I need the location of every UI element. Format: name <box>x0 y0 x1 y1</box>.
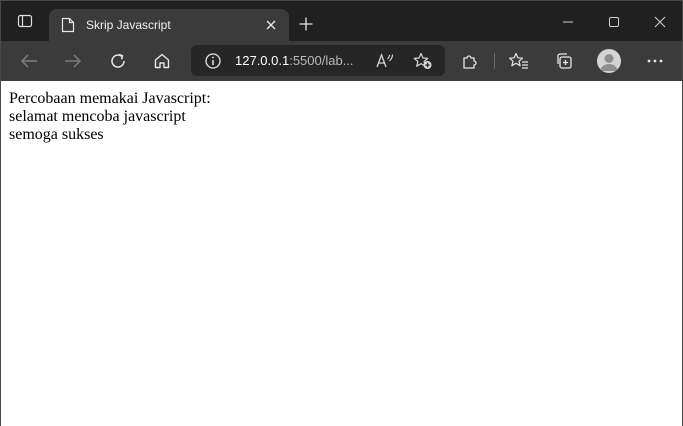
toolbar-separator <box>494 53 495 69</box>
maximize-icon[interactable] <box>596 9 632 35</box>
toolbar: 127.0.0.1:5500/lab... <box>1 41 682 81</box>
forward-arrow-icon[interactable] <box>59 47 87 75</box>
more-icon[interactable] <box>641 47 669 75</box>
minimize-icon[interactable] <box>550 9 586 35</box>
profile-icon[interactable] <box>597 49 621 73</box>
refresh-icon[interactable] <box>104 47 132 75</box>
page-content: Percobaan memakai Javascript: selamat me… <box>9 90 211 144</box>
puzzle-icon[interactable] <box>456 47 484 75</box>
tab-strip: Skrip Javascript <box>1 1 682 41</box>
url-path: :5500/lab... <box>289 53 354 68</box>
content-line-2: selamat mencoba javascript <box>9 108 186 125</box>
home-icon[interactable] <box>148 47 176 75</box>
back-arrow-icon[interactable] <box>15 47 43 75</box>
tab-title: Skrip Javascript <box>86 18 171 32</box>
page-icon <box>61 17 75 33</box>
add-favorite-icon[interactable] <box>409 47 437 75</box>
new-tab-plus-icon[interactable] <box>295 13 317 35</box>
url-host: 127.0.0.1 <box>235 53 290 68</box>
active-tab[interactable]: Skrip Javascript <box>49 9 289 41</box>
close-tab-icon[interactable] <box>263 17 279 33</box>
browser-window: Skrip Javascript 127.0.0.1:5500/lab... P… <box>0 0 683 426</box>
url-text[interactable]: 127.0.0.1:5500/lab... <box>235 53 354 69</box>
tab-actions-icon[interactable] <box>9 7 41 35</box>
close-window-icon[interactable] <box>642 9 678 35</box>
page-viewport: Percobaan memakai Javascript: selamat me… <box>1 81 682 426</box>
read-aloud-icon[interactable] <box>371 47 399 75</box>
address-bar[interactable]: 127.0.0.1:5500/lab... <box>191 45 445 76</box>
content-line-3: semoga sukses <box>9 126 104 143</box>
content-line-1: Percobaan memakai Javascript: <box>9 90 211 107</box>
favorites-icon[interactable] <box>505 47 533 75</box>
collections-icon[interactable] <box>550 47 578 75</box>
info-icon[interactable] <box>199 47 227 75</box>
